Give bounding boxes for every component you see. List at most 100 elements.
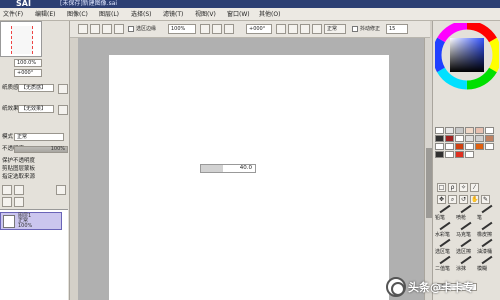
- selection-icon[interactable]: □: [437, 183, 446, 192]
- brush-select-eraser[interactable]: 选区擦: [456, 238, 476, 257]
- paper-effect-select[interactable]: 【无效果】: [18, 105, 54, 113]
- color-swatch[interactable]: [465, 151, 474, 158]
- mode-select[interactable]: 正常: [14, 133, 64, 141]
- magic-wand-icon[interactable]: ✧: [459, 183, 468, 192]
- zoom-select[interactable]: 100%: [168, 24, 196, 34]
- stabilizer-checkbox[interactable]: [352, 26, 358, 32]
- color-swatch[interactable]: [485, 143, 494, 150]
- brush-label: 橡皮擦: [477, 232, 493, 238]
- navigator-zoom-field[interactable]: 100.0%: [14, 59, 42, 67]
- flip-button[interactable]: [312, 24, 322, 34]
- color-swatch[interactable]: [455, 143, 464, 150]
- color-swatch[interactable]: [445, 143, 454, 150]
- rotation-select[interactable]: +000°: [246, 24, 272, 34]
- layer-opacity: 100%: [18, 223, 33, 229]
- menu-filter[interactable]: 滤镜(T): [162, 10, 184, 19]
- zoom-reset-button[interactable]: [224, 24, 234, 34]
- left-panel: 100.0% +000° 纸质感 【无质感】 纸效果 【无效果】 模式 正常 不…: [0, 21, 70, 300]
- paper-effect-button[interactable]: [58, 105, 68, 115]
- menu-window[interactable]: 窗口(W): [226, 10, 251, 19]
- blur-icon: [481, 255, 493, 265]
- stabilizer-select[interactable]: 15: [386, 24, 408, 34]
- color-swatch[interactable]: [485, 127, 494, 134]
- brush-watercolor[interactable]: 水彩笔: [435, 221, 455, 240]
- color-swatch[interactable]: [435, 127, 444, 134]
- lasso-icon[interactable]: ρ: [448, 183, 457, 192]
- deselect-button[interactable]: [78, 24, 88, 34]
- copy-layer-icon[interactable]: [2, 197, 12, 207]
- opacity-value: 100%: [50, 146, 65, 152]
- rotate-reset-button[interactable]: [300, 24, 310, 34]
- bucket-icon: [481, 238, 493, 248]
- layer-row[interactable]: 图层1 正常 100%: [0, 212, 62, 230]
- brush-size-popup[interactable]: 40.0: [200, 164, 256, 173]
- drawing-canvas[interactable]: [109, 55, 389, 300]
- new-folder-icon[interactable]: [14, 185, 24, 195]
- color-wheel[interactable]: [432, 20, 500, 113]
- brush-select-pen[interactable]: 选区笔: [435, 238, 455, 257]
- menu-select[interactable]: 选择(S): [130, 10, 153, 19]
- vertical-scrollbar[interactable]: [424, 38, 432, 300]
- brush-pencil[interactable]: 铅笔: [435, 204, 455, 223]
- brush-smudge[interactable]: 涂抹: [456, 255, 476, 274]
- pen-icon[interactable]: ✎: [481, 195, 490, 204]
- blend-mode-select[interactable]: 正常: [324, 24, 346, 34]
- select-all-button[interactable]: [114, 24, 124, 34]
- navigator[interactable]: [0, 21, 42, 57]
- color-swatch[interactable]: [455, 135, 464, 142]
- hand-icon[interactable]: ✋: [470, 195, 479, 204]
- selection-source-option[interactable]: 指定选取来源: [2, 174, 35, 181]
- opacity-slider[interactable]: 100%: [14, 146, 68, 153]
- color-swatch[interactable]: [475, 143, 484, 150]
- brush-pen[interactable]: 笔: [477, 204, 497, 223]
- menu-layer[interactable]: 图层(L): [98, 10, 120, 19]
- delete-layer-icon[interactable]: [56, 185, 66, 195]
- show-selection-button[interactable]: [102, 24, 112, 34]
- navigator-rotate-field[interactable]: +000°: [14, 69, 42, 77]
- new-layer-icon[interactable]: [2, 185, 12, 195]
- zoom-out-button[interactable]: [200, 24, 210, 34]
- color-swatch[interactable]: [445, 135, 454, 142]
- antialias-checkbox[interactable]: [128, 26, 134, 32]
- rotate-icon[interactable]: ↺: [459, 195, 468, 204]
- smudge-icon: [460, 255, 472, 265]
- eyedropper-icon[interactable]: ⁄: [470, 183, 479, 192]
- color-swatch[interactable]: [465, 127, 474, 134]
- menu-other[interactable]: 其他(O): [258, 10, 281, 19]
- zoom-icon[interactable]: ⌕: [448, 195, 457, 204]
- zoom-in-button[interactable]: [212, 24, 222, 34]
- color-swatch[interactable]: [435, 143, 444, 150]
- rotate-left-button[interactable]: [276, 24, 286, 34]
- move-icon[interactable]: ✥: [437, 195, 446, 204]
- marker-icon: [460, 221, 472, 231]
- brush-bucket[interactable]: 油漆桶: [477, 238, 497, 257]
- color-swatch[interactable]: [465, 143, 474, 150]
- color-swatch[interactable]: [455, 127, 464, 134]
- brush-blur[interactable]: 模糊: [477, 255, 497, 274]
- menu-view[interactable]: 视图(V): [194, 10, 217, 19]
- color-swatch[interactable]: [475, 135, 484, 142]
- rotate-right-button[interactable]: [288, 24, 298, 34]
- color-swatch[interactable]: [475, 127, 484, 134]
- color-swatch[interactable]: [435, 151, 444, 158]
- merge-layer-icon[interactable]: [14, 197, 24, 207]
- color-swatch[interactable]: [445, 127, 454, 134]
- protect-opacity-option[interactable]: 保护不透明度: [2, 158, 35, 165]
- menu-image[interactable]: 图像(C): [66, 10, 89, 19]
- color-swatch[interactable]: [455, 151, 464, 158]
- brush-marker[interactable]: 马克笔: [456, 221, 476, 240]
- paper-texture-button[interactable]: [58, 84, 68, 94]
- color-swatch[interactable]: [435, 135, 444, 142]
- color-swatch[interactable]: [465, 135, 474, 142]
- color-swatch[interactable]: [485, 135, 494, 142]
- color-swatch[interactable]: [445, 151, 454, 158]
- brush-binary-pen[interactable]: 二值笔: [435, 255, 455, 274]
- clipping-group-option[interactable]: 剪贴图层蒙板: [2, 166, 35, 173]
- paper-texture-select[interactable]: 【无质感】: [18, 84, 54, 92]
- menu-file[interactable]: 文件(F): [2, 10, 24, 19]
- brush-eraser[interactable]: 橡皮擦: [477, 221, 497, 240]
- brush-airbrush[interactable]: 喷枪: [456, 204, 476, 223]
- menu-edit[interactable]: 编辑(E): [34, 10, 56, 19]
- invert-selection-button[interactable]: [90, 24, 100, 34]
- brush-label: 选区擦: [456, 249, 472, 255]
